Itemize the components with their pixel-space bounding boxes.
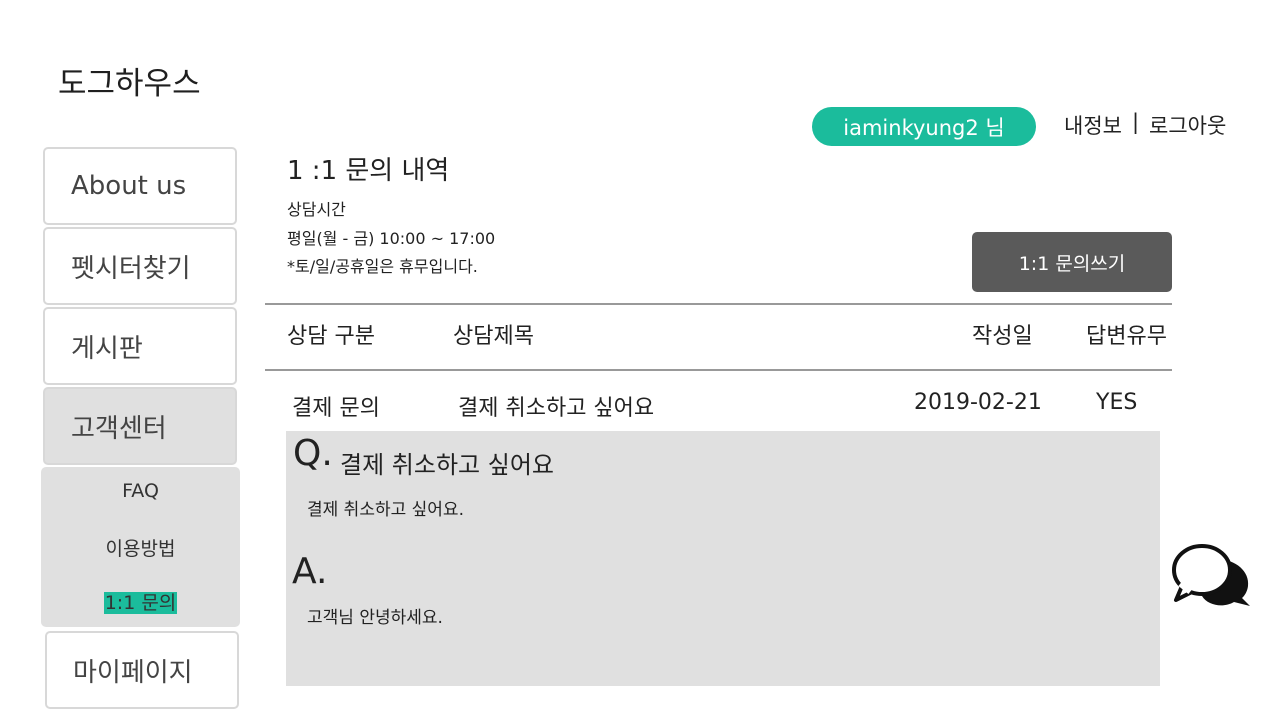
header-subject: 상담제목: [453, 324, 534, 349]
row-answered: YES: [1096, 390, 1138, 415]
table-top-divider: [265, 303, 1172, 305]
nav-customer-center[interactable]: 고객센터: [43, 387, 237, 465]
answer-body: 고객님 안녕하세요.: [307, 608, 443, 628]
question-body: 결제 취소하고 싶어요.: [307, 500, 464, 520]
user-badge: iaminkyung2 님: [812, 107, 1036, 146]
submenu-one-on-one-label: 1:1 문의: [103, 592, 178, 614]
row-category: 결제 문의: [292, 396, 380, 421]
my-info-link[interactable]: 내정보: [1064, 110, 1122, 140]
table-header-divider: [265, 369, 1172, 371]
page-title: 1 :1 문의 내역: [287, 156, 450, 186]
chat-bubbles-icon[interactable]: [1170, 540, 1254, 616]
hours-text: 평일(월 - 금) 10:00 ~ 17:00: [287, 229, 496, 248]
answer-prefix: A.: [292, 551, 328, 592]
logout-link[interactable]: 로그아웃: [1149, 110, 1226, 140]
row-date: 2019-02-21: [914, 390, 1042, 415]
nav-my-page[interactable]: 마이페이지: [45, 631, 239, 709]
nav-find-petsitter[interactable]: 펫시터찾기: [43, 227, 237, 305]
header-answered: 답변유무: [1086, 324, 1167, 349]
submenu-how-to-use[interactable]: 이용방법: [41, 534, 240, 561]
inquiry-detail-panel: Q. 결제 취소하고 싶어요 결제 취소하고 싶어요. A. 고객님 안녕하세요…: [286, 431, 1160, 686]
header-category: 상담 구분: [287, 324, 375, 349]
link-separator: |: [1131, 110, 1140, 134]
customer-center-submenu: FAQ 이용방법 1:1 문의: [41, 467, 240, 627]
submenu-one-on-one[interactable]: 1:1 문의: [41, 588, 240, 615]
holiday-note: *토/일/공휴일은 휴무입니다.: [287, 257, 478, 276]
hours-label: 상담시간: [287, 200, 346, 219]
submenu-faq[interactable]: FAQ: [41, 480, 240, 502]
question-prefix: Q.: [293, 433, 333, 474]
site-logo[interactable]: 도그하우스: [58, 58, 201, 103]
nav-board[interactable]: 게시판: [43, 307, 237, 385]
top-links: 내정보 | 로그아웃: [1064, 110, 1226, 140]
write-inquiry-button[interactable]: 1:1 문의쓰기: [972, 232, 1172, 292]
header-date: 작성일: [972, 324, 1033, 349]
question-title: 결제 취소하고 싶어요: [340, 451, 554, 479]
nav-about-us[interactable]: About us: [43, 147, 237, 225]
row-subject[interactable]: 결제 취소하고 싶어요: [458, 390, 654, 422]
